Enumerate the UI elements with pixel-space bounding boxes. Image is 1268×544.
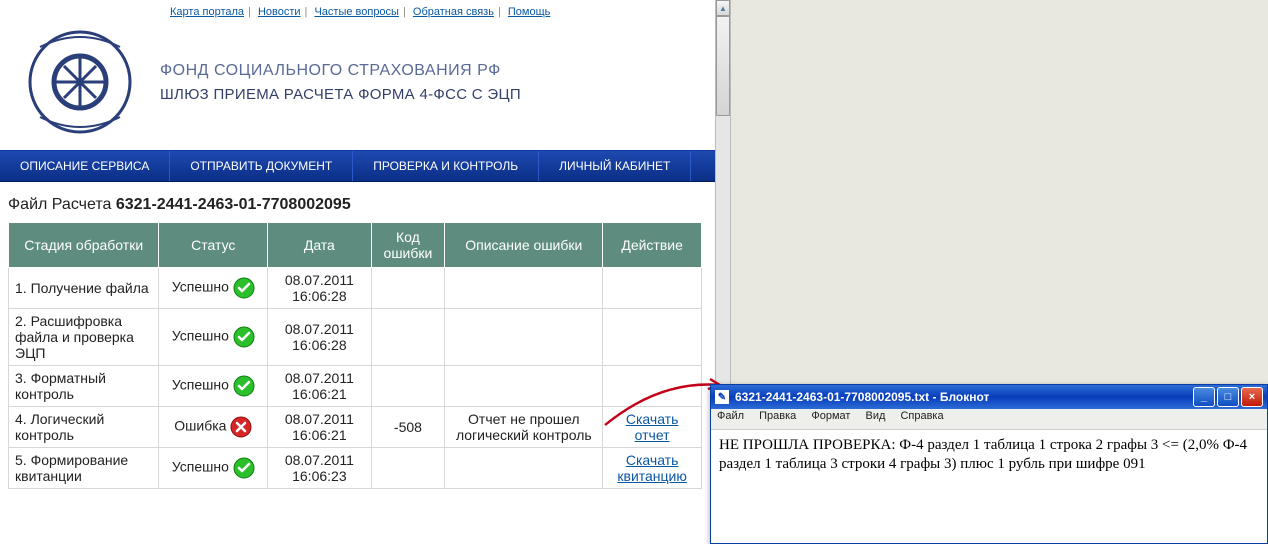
cell-action [603,268,702,309]
cell-action [603,366,702,407]
link-feedback[interactable]: Обратная связь [413,6,494,18]
col-error-code: Код ошибки [371,223,445,268]
notepad-menu-file[interactable]: Файл [717,410,744,422]
link-faq[interactable]: Частые вопросы [314,6,399,18]
scroll-thumb[interactable] [716,16,730,116]
cell-desc: Отчет не прошел логический контроль [445,407,603,448]
status-ok-icon [233,375,255,397]
header: ФОНД СОЦИАЛЬНОГО СТРАХОВАНИЯ РФ ШЛЮЗ ПРИ… [0,22,715,150]
notepad-body[interactable]: НЕ ПРОШЛА ПРОВЕРКА: Ф-4 раздел 1 таблица… [711,430,1267,480]
action-link[interactable]: Скачатьотчет [626,411,679,443]
cell-desc [445,309,603,366]
cell-desc [445,448,603,489]
cell-stage: 5. Формирование квитанции [9,448,159,489]
cell-code [371,448,445,489]
col-status: Статус [159,223,268,268]
link-news[interactable]: Новости [258,6,301,18]
status-error-icon [230,416,252,438]
notepad-title: 6321-2441-2463-01-7708002095.txt - Блокн… [735,390,1191,404]
top-links: Карта портала| Новости| Частые вопросы| … [0,0,715,22]
table-row: 3. Форматный контрольУспешно 08.07.20111… [9,366,702,407]
web-page: Карта портала| Новости| Частые вопросы| … [0,0,716,544]
notepad-menu-edit[interactable]: Правка [759,410,796,422]
window-close-button[interactable]: × [1241,387,1263,407]
cell-date: 08.07.201116:06:21 [268,407,371,448]
cell-stage: 3. Форматный контроль [9,366,159,407]
file-number: 6321-2441-2463-01-7708002095 [116,196,351,213]
cell-status: Ошибка [159,407,268,448]
cell-date: 08.07.201116:06:23 [268,448,371,489]
table-row: 4. Логический контрольОшибка 08.07.20111… [9,407,702,448]
cell-status: Успешно [159,268,268,309]
window-minimize-button[interactable]: _ [1193,387,1215,407]
col-action: Действие [603,223,702,268]
org-title: ФОНД СОЦИАЛЬНОГО СТРАХОВАНИЯ РФ [160,62,521,80]
cell-stage: 1. Получение файла [9,268,159,309]
processing-table: Стадия обработки Статус Дата Код ошибки … [8,222,702,489]
window-maximize-button[interactable]: □ [1217,387,1239,407]
notepad-menu-view[interactable]: Вид [865,410,885,422]
col-error-desc: Описание ошибки [445,223,603,268]
action-link[interactable]: Скачатьквитанцию [617,452,687,484]
table-row: 2. Расшифровка файла и проверка ЭЦПУспеш… [9,309,702,366]
link-help[interactable]: Помощь [508,6,551,18]
col-stage: Стадия обработки [9,223,159,268]
menu-item-check[interactable]: ПРОВЕРКА И КОНТРОЛЬ [353,151,539,181]
notepad-menu-format[interactable]: Формат [811,410,850,422]
status-ok-icon [233,326,255,348]
cell-action: Скачатьквитанцию [603,448,702,489]
cell-status: Успешно [159,448,268,489]
scroll-up-button[interactable]: ▲ [716,0,730,16]
cell-desc [445,366,603,407]
table-row: 5. Формирование квитанцииУспешно 08.07.2… [9,448,702,489]
menu-item-description[interactable]: ОПИСАНИЕ СЕРВИСА [0,151,170,181]
notepad-menu-help[interactable]: Справка [900,410,943,422]
file-label: Файл Расчета [8,196,111,213]
notepad-menu: Файл Правка Формат Вид Справка [711,409,1267,430]
table-row: 1. Получение файлаУспешно 08.07.201116:0… [9,268,702,309]
cell-date: 08.07.201116:06:28 [268,268,371,309]
cell-date: 08.07.201116:06:21 [268,366,371,407]
link-sitemap[interactable]: Карта портала [170,6,244,18]
cell-stage: 2. Расшифровка файла и проверка ЭЦП [9,309,159,366]
cell-code [371,268,445,309]
cell-action [603,309,702,366]
cell-code [371,309,445,366]
status-ok-icon [233,277,255,299]
cell-status: Успешно [159,309,268,366]
cell-code [371,366,445,407]
col-date: Дата [268,223,371,268]
fss-emblem-icon [20,22,140,142]
menu-item-cabinet[interactable]: ЛИЧНЫЙ КАБИНЕТ [539,151,691,181]
cell-code: -508 [371,407,445,448]
notepad-window: ✎ 6321-2441-2463-01-7708002095.txt - Бло… [710,384,1268,544]
notepad-titlebar[interactable]: ✎ 6321-2441-2463-01-7708002095.txt - Бло… [711,385,1267,409]
main-menu: ОПИСАНИЕ СЕРВИСА ОТПРАВИТЬ ДОКУМЕНТ ПРОВ… [0,150,715,182]
org-subtitle: ШЛЮЗ ПРИЕМА РАСЧЕТА ФОРМА 4-ФСС С ЭЦП [160,86,521,103]
cell-status: Успешно [159,366,268,407]
cell-action: Скачатьотчет [603,407,702,448]
cell-stage: 4. Логический контроль [9,407,159,448]
cell-date: 08.07.201116:06:28 [268,309,371,366]
file-heading: Файл Расчета 6321-2441-2463-01-770800209… [8,196,707,214]
status-ok-icon [233,457,255,479]
menu-item-send[interactable]: ОТПРАВИТЬ ДОКУМЕНТ [170,151,353,181]
notepad-app-icon: ✎ [715,390,729,404]
cell-desc [445,268,603,309]
